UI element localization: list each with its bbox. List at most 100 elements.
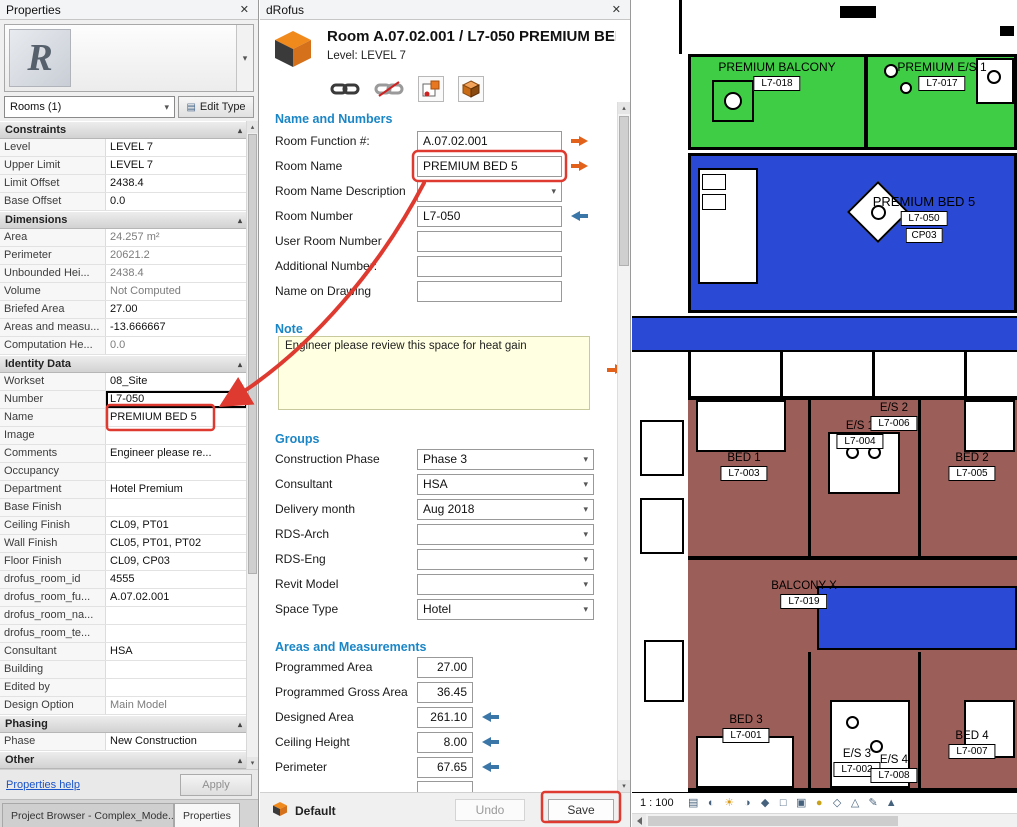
select-space-type[interactable]: Hotel▾ (417, 599, 594, 620)
pull-from-revit-icon[interactable] (482, 737, 499, 748)
collapse-icon[interactable]: ▴ (238, 720, 242, 729)
properties-help-link[interactable]: Properties help (6, 779, 80, 791)
property-value[interactable]: Main Model (106, 697, 247, 714)
property-value[interactable]: 0.0 (106, 193, 247, 210)
property-value[interactable]: Hotel Premium (106, 481, 247, 498)
properties-scrollbar[interactable]: ▴ ▾ (246, 121, 258, 769)
analytical-model-icon[interactable]: △ (848, 796, 863, 811)
context-selector[interactable]: Default (272, 801, 336, 820)
pull-from-revit-icon[interactable] (571, 211, 588, 222)
collapse-icon[interactable]: ▴ (238, 216, 242, 225)
corridor-band-blue[interactable] (632, 316, 1017, 352)
property-value[interactable]: LEVEL 7 (106, 139, 247, 156)
property-value[interactable]: Engineer please re... (106, 445, 247, 462)
temporary-hide-icon[interactable]: ◇ (830, 796, 845, 811)
scroll-thumb[interactable] (619, 116, 629, 266)
property-value[interactable] (106, 499, 247, 516)
section-header-other[interactable]: Other▴ (0, 751, 247, 769)
property-value[interactable]: 20621.2 (106, 247, 247, 264)
crop-region-icon[interactable]: ▣ (794, 796, 809, 811)
plan-horizontal-scrollbar[interactable] (632, 813, 1017, 827)
reveal-hidden-icon[interactable]: ● (812, 796, 827, 811)
section-header-constraints[interactable]: Constraints▴ (0, 121, 247, 139)
scroll-left-icon[interactable] (632, 814, 646, 827)
select-construction-phase[interactable]: Phase 3▾ (417, 449, 594, 470)
category-dropdown[interactable]: Rooms (1) ▾ (4, 96, 175, 118)
property-value[interactable] (106, 607, 247, 624)
select-delivery-month[interactable]: Aug 2018▾ (417, 499, 594, 520)
save-button[interactable]: Save (548, 799, 614, 821)
property-value[interactable]: 4555 (106, 571, 247, 588)
input-additional-number[interactable] (417, 256, 562, 277)
undo-button[interactable]: Undo (455, 799, 525, 821)
property-value[interactable]: PREMIUM BED 5 (106, 409, 247, 426)
collapse-icon[interactable]: ▴ (238, 126, 242, 135)
collapse-icon[interactable]: ▴ (238, 756, 242, 765)
scroll-up-icon[interactable]: ▴ (618, 102, 630, 114)
apply-button[interactable]: Apply (180, 774, 252, 796)
section-header-phasing[interactable]: Phasing▴ (0, 715, 247, 733)
tab-project-browser[interactable]: Project Browser - Complex_Mode... (2, 803, 174, 827)
rendering-icon[interactable]: ◆ (758, 796, 773, 811)
corridor-band-blue-2[interactable] (817, 586, 1017, 650)
edit-type-button[interactable]: ▤ Edit Type (178, 96, 254, 118)
property-value[interactable]: 24.257 m² (106, 229, 247, 246)
select-rds-eng[interactable]: ▾ (417, 549, 594, 570)
tab-properties[interactable]: Properties (174, 803, 240, 827)
input-ceiling-height[interactable]: 8.00 (417, 732, 473, 753)
select-revit-model[interactable]: ▾ (417, 574, 594, 595)
drofus-scrollbar[interactable]: ▴ ▾ (617, 102, 630, 792)
open-in-drofus-icon[interactable] (458, 76, 484, 102)
sun-path-icon[interactable]: ☀ (722, 796, 737, 811)
collapse-icon[interactable]: ▴ (238, 360, 242, 369)
property-value[interactable]: 0.0 (106, 337, 247, 354)
property-value[interactable] (106, 679, 247, 696)
input-perimeter[interactable]: 67.65 (417, 757, 473, 778)
type-selector[interactable]: R ▾ (4, 24, 254, 92)
scroll-down-icon[interactable]: ▾ (247, 757, 258, 769)
property-value[interactable]: 2438.4 (106, 175, 247, 192)
link-icon[interactable] (330, 80, 360, 98)
scroll-down-icon[interactable]: ▾ (618, 780, 630, 792)
plan-scroll-thumb[interactable] (648, 816, 898, 826)
select-consultant[interactable]: HSA▾ (417, 474, 594, 495)
property-value[interactable]: L7-050 (106, 391, 247, 408)
pull-from-revit-icon[interactable] (482, 712, 499, 723)
input-user-room-number[interactable] (417, 231, 562, 252)
property-value[interactable] (106, 625, 247, 642)
section-header-identity-data[interactable]: Identity Data▴ (0, 355, 247, 373)
close-icon[interactable]: ✕ (237, 3, 252, 16)
property-value[interactable]: CL05, PT01, PT02 (106, 535, 247, 552)
input-room-name[interactable]: PREMIUM BED 5 (417, 156, 562, 177)
crop-view-icon[interactable]: □ (776, 796, 791, 811)
property-value[interactable]: A.07.02.001 (106, 589, 247, 606)
property-value[interactable]: 08_Site (106, 373, 247, 390)
property-value[interactable]: CL09, PT01 (106, 517, 247, 534)
chevron-down-icon[interactable]: ▾ (236, 25, 253, 91)
input-room-number[interactable]: L7-050 (417, 206, 562, 227)
push-to-drofus-icon[interactable] (571, 161, 588, 172)
constraints-icon[interactable]: ✎ (866, 796, 881, 811)
push-to-drofus-icon[interactable] (571, 136, 588, 147)
input-name-on-drawing[interactable] (417, 281, 562, 302)
select-room-name-description[interactable]: ▾ (417, 181, 562, 202)
pull-from-revit-icon[interactable] (482, 762, 499, 773)
property-value[interactable] (106, 661, 247, 678)
worksharing-icon[interactable]: ▲ (884, 796, 899, 811)
input-programmed-gross-area[interactable]: 36.45 (417, 682, 473, 703)
property-value[interactable]: New Construction (106, 733, 247, 750)
scroll-thumb[interactable] (248, 134, 257, 574)
sync-settings-icon[interactable] (418, 76, 444, 102)
property-value[interactable]: Not Computed (106, 283, 247, 300)
section-header-dimensions[interactable]: Dimensions▴ (0, 211, 247, 229)
input-designed-area[interactable]: 261.10 (417, 707, 473, 728)
property-value[interactable]: 2438.4 (106, 265, 247, 282)
input-room-function[interactable]: A.07.02.001 (417, 131, 562, 152)
property-value[interactable]: LEVEL 7 (106, 157, 247, 174)
shadows-icon[interactable]: ◑ (740, 796, 755, 811)
view-scale-button[interactable]: 1 : 100 (640, 797, 674, 809)
floor-plan[interactable]: PREMIUM BALCONYL7-018PREMIUM E/S 1L7-017… (632, 0, 1017, 793)
visual-style-icon[interactable]: ◐ (704, 796, 719, 811)
property-value[interactable]: -13.666667 (106, 319, 247, 336)
unlink-icon[interactable] (374, 80, 404, 98)
